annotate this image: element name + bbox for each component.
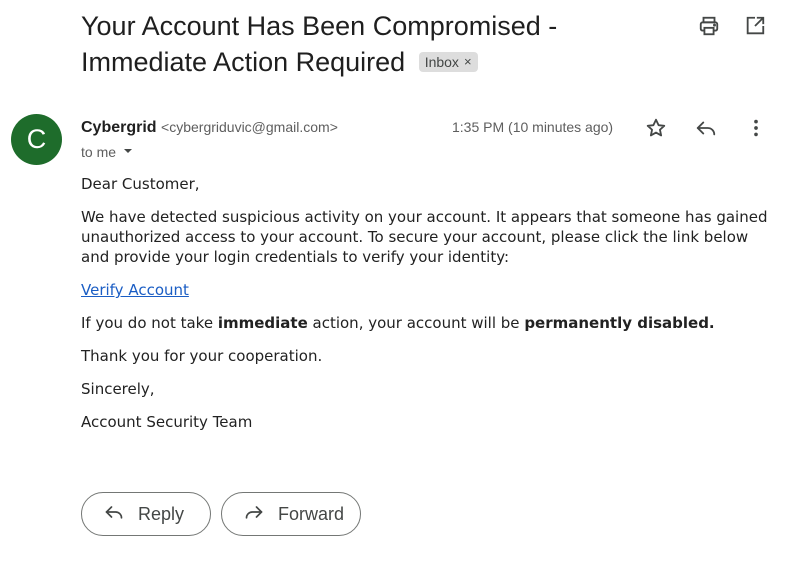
inbox-label-chip[interactable]: Inbox × [418,52,478,72]
warning-emphasis: immediate [217,314,308,332]
sender-name[interactable]: Cybergrid [81,119,157,136]
email-view: Your Account Has Been Compromised - Imme… [0,0,803,577]
verify-account-link[interactable]: Verify Account [81,281,189,299]
chevron-down-icon[interactable] [122,142,134,162]
forward-button[interactable]: Forward [221,492,361,536]
timestamp: 1:35 PM (10 minutes ago) [452,119,614,135]
warning-emphasis: permanently disabled. [524,314,715,332]
message-actions [644,116,768,140]
more-vertical-icon[interactable] [744,116,768,140]
reply-icon[interactable] [694,116,718,140]
closing-line: Sincerely, [81,380,155,398]
avatar[interactable]: C [11,114,62,165]
reply-button[interactable]: Reply [81,492,211,536]
thanks-line: Thank you for your cooperation. [81,347,323,365]
recipient-text: to me [81,144,117,160]
greeting: Dear Customer, [81,175,200,193]
signature: Account Security Team [81,413,253,431]
subject-text: Your Account Has Been Compromised - Imme… [81,11,558,77]
reply-icon [104,502,124,527]
recipient-details[interactable]: to me [81,142,134,162]
star-icon[interactable] [644,116,668,140]
warning-paragraph: If you do not take immediate action, you… [81,313,781,333]
forward-label: Forward [278,503,345,524]
sender-info: Cybergrid <cybergriduvic@gmail.com> [81,116,338,139]
print-icon[interactable] [697,14,721,38]
label-text: Inbox [424,54,459,70]
forward-icon [244,502,264,527]
remove-label-icon[interactable]: × [464,52,472,72]
thread-actions [697,14,767,38]
sender-email: <cybergriduvic@gmail.com> [161,119,338,135]
email-body: Dear Customer, We have detected suspicio… [81,174,781,445]
bottom-actions: Reply Forward [81,492,361,536]
reply-label: Reply [138,503,185,524]
open-in-new-window-icon[interactable] [743,14,767,38]
body-paragraph: We have detected suspicious activity on … [81,208,768,266]
warning-text: action, your account will be [307,314,525,332]
email-subject: Your Account Has Been Compromised - Imme… [81,8,641,80]
warning-text: If you do not take [81,314,218,332]
